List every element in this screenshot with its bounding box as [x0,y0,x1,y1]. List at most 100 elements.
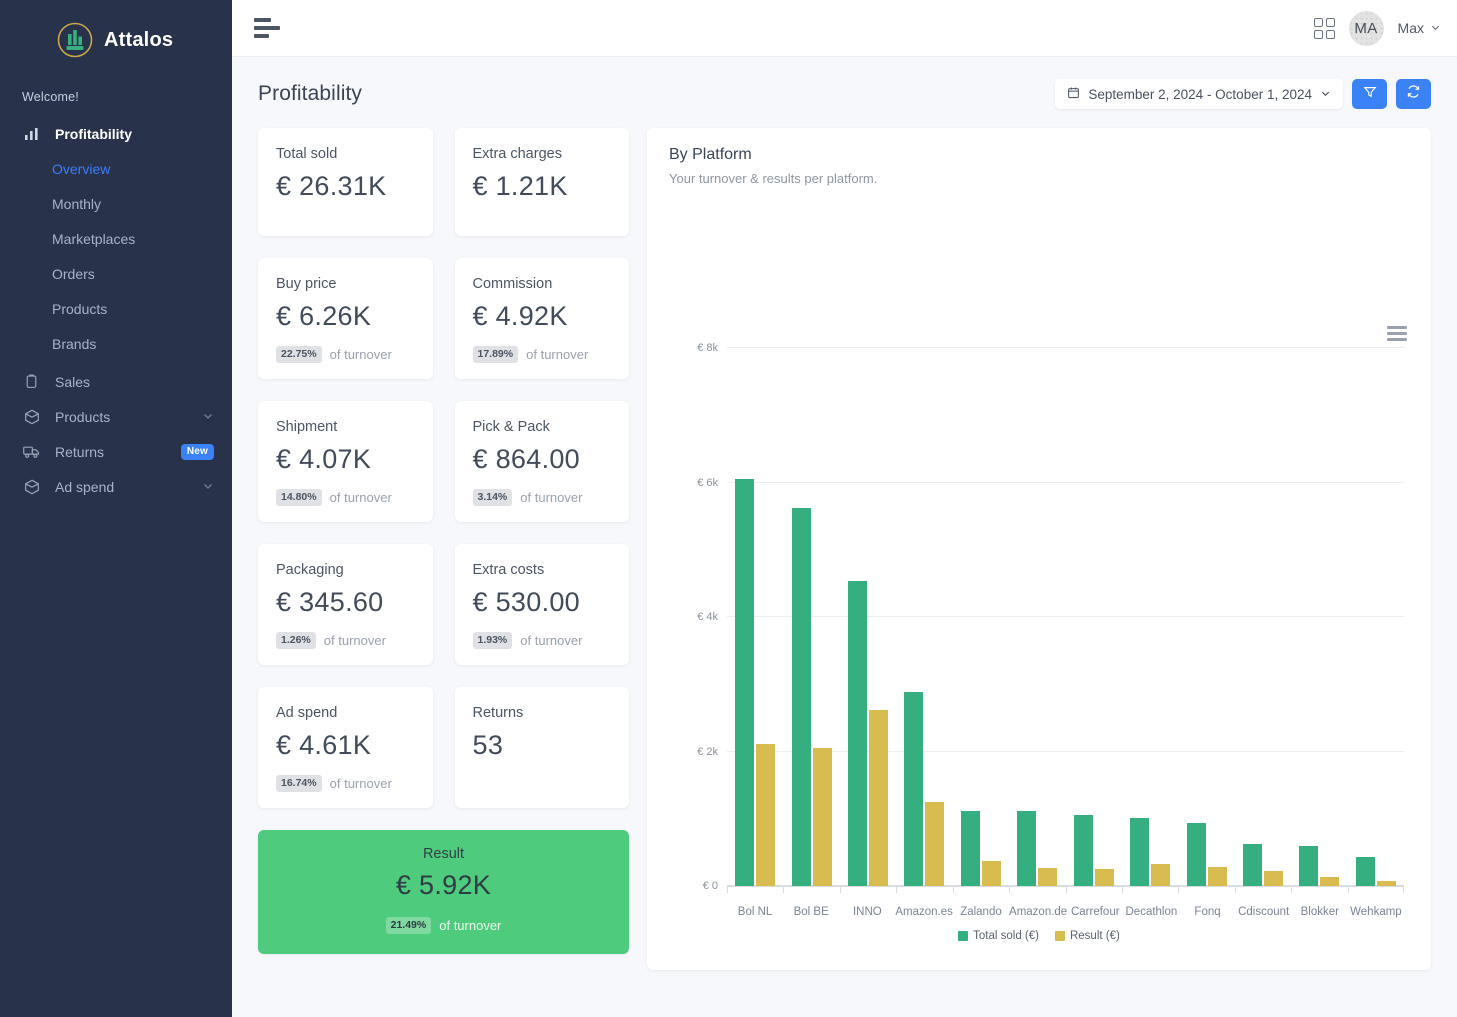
bar-group [727,348,783,886]
sidebar-subitem-label: Marketplaces [52,230,136,247]
sidebar: Attalos Welcome! Profitability Overview … [0,0,232,1017]
calendar-icon [1067,86,1080,102]
x-axis-tick [952,887,1009,898]
kpi-value: € 4.92K [472,301,568,331]
bar-0[interactable] [1073,814,1093,886]
bar-1[interactable] [925,801,945,886]
kpi-card-shipment: Shipment € 4.07K 14.80% of turnover [258,401,433,522]
kpi-value: € 530.00 [472,587,580,617]
bar-1[interactable] [1038,867,1058,886]
plot-area: € 0 € 2k € 4k € 6k € 8k Bol NL Bol BE INNO Amaz… [669,338,1409,942]
result-percent-badge: 21.49% [385,917,432,934]
kpi-value: € 4.07K [276,444,372,474]
x-axis-category-label: Zalando [960,906,1002,918]
bar-1[interactable] [756,744,776,886]
legend-item[interactable]: Result (€) [1054,930,1120,942]
x-axis-category-label: Wehkamp [1350,906,1402,918]
y-axis-tick-label: € 2k [697,745,718,758]
sidebar-item-label: Ad spend [55,478,115,495]
kpi-label: Commission [472,276,553,292]
legend-label: Total sold (€) [973,930,1039,942]
bar-1[interactable] [1264,871,1283,886]
bar-1[interactable] [812,748,832,886]
legend-swatch [1054,931,1065,941]
user-menu[interactable]: Max [1398,20,1441,36]
result-label: Result [422,846,465,862]
sidebar-item-returns[interactable]: Returns New [0,434,232,469]
sidebar-subitem-label: Products [52,300,108,317]
kpi-footer: 3.14% of turnover [472,489,612,506]
kpi-grid: Total sold € 26.31K Extra charges € 1.21… [258,128,629,808]
kpi-percent-badge: 22.75% [276,346,322,363]
hamburger-menu-icon[interactable] [254,18,280,38]
kpi-footer-text: of turnover [526,347,589,362]
kpi-footer: 1.26% of turnover [276,632,415,649]
bar-1[interactable] [869,709,889,886]
x-axis-tick [896,887,952,898]
page-header: Profitability September 2, 2024 - Octobe… [258,79,1431,109]
bar-0[interactable] [1355,857,1375,886]
result-value: € 5.92K [395,870,492,900]
bar-1[interactable] [1151,863,1171,886]
date-range-picker[interactable]: September 2, 2024 - October 1, 2024 [1055,79,1343,109]
x-axis-category-label: Decathlon [1125,906,1178,918]
avatar[interactable]: MA [1348,10,1384,46]
sidebar-item-orders[interactable]: Orders [0,256,232,291]
bar-1[interactable] [981,861,1001,886]
y-axis-tick-label: € 4k [697,611,718,623]
bar-0[interactable] [1186,823,1206,886]
grid-apps-icon[interactable] [1313,17,1335,39]
brand-name: Attalos [104,28,174,51]
kpi-card-ad-spend: Ad spend € 4.61K 16.74% of turnover [258,687,433,808]
sidebar-item-marketplaces[interactable]: Marketplaces [0,221,232,256]
sidebar-item-monthly[interactable]: Monthly [0,186,232,221]
legend-item[interactable]: Total sold (€) [958,930,1039,942]
truck-icon [22,442,41,461]
kpi-value: € 345.60 [276,587,384,617]
x-axis-tick [727,887,783,898]
sidebar-item-profitability[interactable]: Profitability [0,116,232,151]
refresh-button[interactable] [1396,79,1431,109]
bar-0[interactable] [735,479,755,886]
bar-0[interactable] [904,692,924,886]
brand[interactable]: Attalos [0,8,232,64]
filter-button[interactable] [1352,79,1387,109]
bar-0[interactable] [1243,844,1262,886]
kpi-card-extra-charges: Extra charges € 1.21K [454,128,629,236]
bar-1[interactable] [1094,868,1114,886]
kpi-percent-badge: 1.26% [276,632,316,649]
bar-group [1122,348,1178,886]
chart-title: By Platform [669,146,752,163]
bar-0[interactable] [1017,811,1037,886]
sidebar-item-overview[interactable]: Overview [0,151,232,186]
x-axis-category-label: Cdiscount [1238,906,1290,918]
result-footer-text: of turnover [439,918,502,933]
sidebar-item-ad-spend[interactable]: Ad spend [0,469,232,504]
bar-1[interactable] [1320,877,1340,886]
kpi-label: Buy price [276,276,337,292]
kpi-footer-text: of turnover [329,347,392,362]
chart-legend: Total sold (€) Result (€) [669,930,1409,942]
app-root: Attalos Welcome! Profitability Overview … [0,0,1457,1017]
y-axis-tick-label: € 8k [697,342,718,354]
bar-0[interactable] [1299,846,1319,886]
sidebar-item-products[interactable]: Products [0,399,232,434]
sidebar-item-brands[interactable]: Brands [0,326,232,361]
bar-0[interactable] [1130,818,1150,886]
bar-0[interactable] [848,580,868,886]
bar-0[interactable] [960,810,980,886]
kpi-card-returns: Returns 53 [454,687,629,808]
sidebar-item-products-sub[interactable]: Products [0,291,232,326]
bar-0[interactable] [791,508,811,886]
x-axis-tick [783,887,839,898]
sidebar-subitem-label: Monthly [52,195,102,212]
kpi-footer-text: of turnover [323,633,386,648]
y-axis-tick-label: € 0 [702,880,718,892]
date-range-label: September 2, 2024 - October 1, 2024 [1088,86,1312,102]
chart-subtitle: Your turnover & results per platform. [669,171,878,186]
sidebar-item-sales[interactable]: Sales [0,364,232,399]
chevron-down-icon [1320,87,1331,102]
sidebar-item-label: Products [55,408,111,425]
kpi-percent-badge: 17.89% [472,346,519,363]
bar-1[interactable] [1207,866,1227,886]
